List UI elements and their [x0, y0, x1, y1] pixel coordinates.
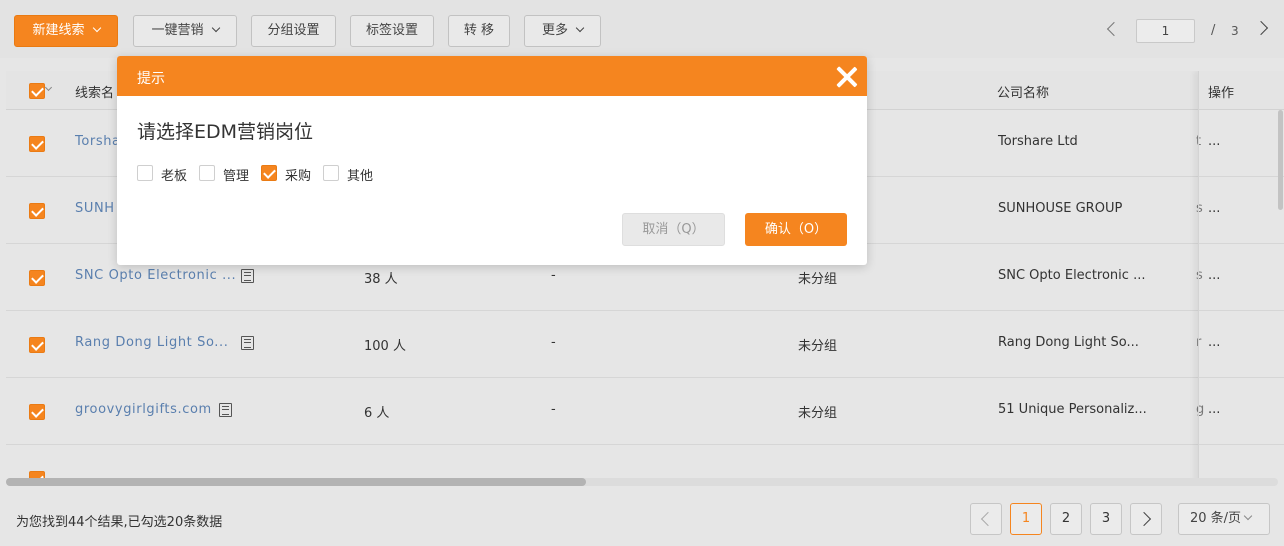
chevron-down-icon: [575, 23, 585, 33]
row-checkbox[interactable]: [29, 136, 45, 152]
prev-page-icon[interactable]: [1106, 21, 1122, 37]
pagination-footer: 为您找到44个结果,已勾选20条数据 1 2 3 20 条/页: [0, 486, 1284, 546]
tag-value: -: [551, 335, 556, 350]
transfer-button[interactable]: 转 移: [448, 15, 510, 47]
marketing-label: 一键营销: [151, 23, 204, 38]
fixed-actions-column: [1198, 71, 1284, 485]
tag-settings-button[interactable]: 标签设置: [350, 15, 434, 47]
chevron-down-icon: [211, 23, 220, 33]
option-checkbox[interactable]: [261, 165, 277, 181]
page-size-select[interactable]: 20 条/页: [1178, 503, 1270, 535]
lead-name-link[interactable]: groovygirlgifts.com: [75, 402, 212, 417]
company-name: 51 Unique Personaliz...: [998, 402, 1147, 417]
chevron-down-icon: [1243, 511, 1253, 521]
new-lead-button[interactable]: 新建线索: [14, 15, 118, 47]
option-label: 老板: [161, 169, 188, 184]
header-lead-name: 线索名: [75, 86, 115, 101]
company-size: 6 人: [364, 406, 390, 421]
lead-name-link[interactable]: SNC Opto Electronic ...: [75, 268, 236, 283]
result-summary: 为您找到44个结果,已勾选20条数据: [16, 515, 223, 530]
row-checkbox[interactable]: [29, 203, 45, 219]
document-icon[interactable]: [241, 336, 254, 350]
next-page-button[interactable]: [1130, 503, 1162, 535]
more-label: 更多: [541, 23, 568, 38]
tag-value: -: [551, 268, 556, 283]
chevron-down-icon: [92, 23, 101, 33]
row-checkbox[interactable]: [29, 404, 45, 420]
page-1-button[interactable]: 1: [1010, 503, 1042, 535]
company-name: Rang Dong Light So...: [998, 335, 1139, 350]
option-checkbox[interactable]: [199, 165, 215, 181]
cancel-button[interactable]: 取消（Q）: [622, 213, 725, 246]
company-size: 38 人: [364, 272, 398, 287]
page-number-input[interactable]: 1: [1136, 19, 1195, 43]
next-page-icon[interactable]: [1253, 20, 1269, 36]
company-name: SNC Opto Electronic ...: [998, 268, 1146, 283]
document-icon[interactable]: [219, 403, 232, 417]
table-row[interactable]: groovygirlgifts.com 6 人 - 未分组 51 Unique …: [6, 378, 1284, 445]
vertical-scrollbar[interactable]: [1278, 110, 1283, 210]
select-all-checkbox[interactable]: [29, 83, 45, 99]
new-lead-label: 新建线索: [32, 23, 85, 38]
dialog-header: 提示: [117, 56, 867, 96]
option-checkbox[interactable]: [323, 165, 339, 181]
header-company: 公司名称: [997, 86, 1050, 101]
document-icon[interactable]: [241, 269, 254, 283]
lead-name-link[interactable]: Rang Dong Light So...: [75, 335, 228, 350]
option-label: 采购: [285, 169, 312, 184]
lead-name-link[interactable]: SUNH: [75, 201, 115, 216]
confirm-button[interactable]: 确认（O）: [745, 213, 847, 246]
edm-role-dialog: 提示 请选择EDM营销岗位 老板 管理 采购 其他 取消（Q） 确认（O）: [117, 56, 867, 265]
company-name: SUNHOUSE GROUP: [998, 201, 1123, 216]
total-pages: 3: [1231, 24, 1239, 38]
company-name: Torshare Ltd: [998, 134, 1078, 149]
page-size-value: 20 条/页: [1190, 511, 1242, 526]
page-2-button[interactable]: 2: [1050, 503, 1082, 535]
tag-value: -: [551, 402, 556, 417]
chevron-down-icon[interactable]: [44, 83, 53, 92]
group-value: 未分组: [798, 339, 838, 354]
page-separator: /: [1211, 23, 1216, 38]
option-label: 管理: [223, 169, 250, 184]
prev-page-button[interactable]: [970, 503, 1002, 535]
dialog-question: 请选择EDM营销岗位: [137, 121, 314, 143]
chevron-left-icon: [980, 511, 996, 527]
page-3-button[interactable]: 3: [1090, 503, 1122, 535]
table-row[interactable]: Rang Dong Light So... 100 人 - 未分组 Rang D…: [6, 311, 1284, 378]
close-icon[interactable]: [836, 66, 858, 88]
group-value: 未分组: [798, 406, 838, 421]
option-checkbox[interactable]: [137, 165, 153, 181]
row-checkbox[interactable]: [29, 337, 45, 353]
horizontal-scrollbar[interactable]: [6, 478, 586, 486]
toolbar: 新建线索 一键营销 分组设置 标签设置 转 移 更多 1 / 3: [0, 0, 1284, 58]
group-value: 未分组: [798, 272, 838, 287]
dialog-title: 提示: [137, 71, 165, 87]
more-button[interactable]: 更多: [524, 15, 601, 47]
group-settings-button[interactable]: 分组设置: [251, 15, 336, 47]
marketing-button[interactable]: 一键营销: [133, 15, 237, 47]
company-size: 100 人: [364, 339, 406, 354]
row-checkbox[interactable]: [29, 270, 45, 286]
option-label: 其他: [347, 169, 374, 184]
chevron-right-icon: [1136, 511, 1152, 527]
lead-name-link[interactable]: Torsha: [75, 134, 121, 149]
